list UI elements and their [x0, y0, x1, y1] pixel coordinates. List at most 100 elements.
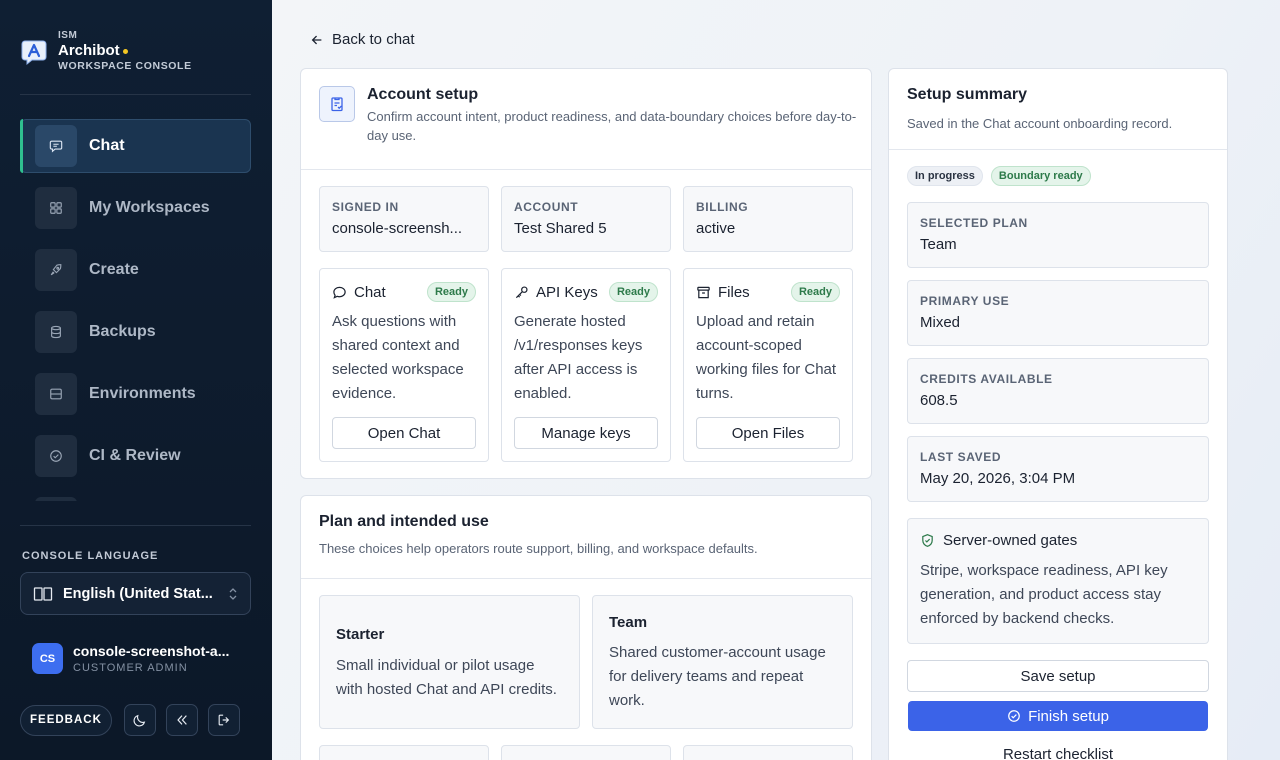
nav-item-backups[interactable]: Backups — [20, 305, 251, 359]
check-circle-icon — [1008, 710, 1020, 722]
plan-name: Starter — [336, 626, 385, 643]
open-files-button[interactable]: Open Files — [696, 417, 840, 449]
user-role: CUSTOMER ADMIN — [73, 662, 188, 674]
archive-icon — [697, 286, 710, 298]
open-chat-button[interactable]: Open Chat — [332, 417, 476, 449]
nav-label: Backups — [89, 323, 156, 340]
save-setup-button[interactable]: Save setup — [907, 660, 1209, 692]
back-to-chat-link[interactable]: Back to chat — [310, 31, 415, 48]
user-profile[interactable]: CS console-screenshot-a... CUSTOMER ADMI… — [32, 643, 238, 674]
summary-credits: CREDITS AVAILABLE 608.5 — [907, 358, 1209, 424]
archibot-logo-icon — [21, 40, 47, 65]
summary-label: CREDITS AVAILABLE — [920, 372, 1053, 386]
use-option[interactable] — [319, 745, 489, 760]
language-select[interactable]: English (United Stat... — [20, 572, 251, 615]
finish-setup-label: Finish setup — [1028, 707, 1109, 725]
user-name: console-screenshot-a... — [73, 643, 230, 659]
fact-signed-in: SIGNED IN console-screensh... — [319, 186, 489, 252]
rocket-icon — [35, 249, 77, 291]
fact-label: BILLING — [696, 200, 749, 214]
feedback-button[interactable]: FEEDBACK — [20, 704, 112, 736]
nav-label: Chat — [89, 137, 125, 154]
plan-title: Plan and intended use — [319, 513, 489, 530]
chevrons-left-icon — [177, 715, 187, 725]
main-content: Back to chat Account setup Confirm accou… — [272, 0, 1280, 760]
nav-item-overflow[interactable] — [20, 491, 251, 501]
account-setup-title: Account setup — [367, 86, 479, 103]
status-badge: In progress — [907, 166, 983, 186]
server-gates-panel: Server-owned gates Stripe, workspace rea… — [907, 518, 1209, 644]
plan-option-team[interactable]: Team Shared customer-account usage for d… — [592, 595, 853, 729]
primary-nav: Chat My Workspaces Create Backups Enviro… — [20, 119, 251, 501]
status-dot — [122, 48, 128, 54]
collapse-sidebar-button[interactable] — [165, 704, 198, 736]
sidebar-actions: FEEDBACK — [20, 704, 250, 736]
nav-label: CI & Review — [89, 447, 181, 464]
moon-icon — [133, 714, 146, 727]
plan-subtitle: These choices help operators route suppo… — [319, 541, 758, 556]
restart-checklist-button[interactable]: Restart checklist — [907, 746, 1209, 760]
manage-keys-button[interactable]: Manage keys — [514, 417, 658, 449]
nav-item-chat[interactable]: Chat — [20, 119, 251, 173]
product-name: API Keys — [536, 283, 598, 301]
product-card-chat: Chat Ready Ask questions with shared con… — [319, 268, 489, 462]
back-label: Back to chat — [332, 31, 415, 48]
summary-label: SELECTED PLAN — [920, 216, 1028, 230]
fact-billing: BILLING active — [683, 186, 853, 252]
nav-label: Create — [89, 261, 139, 278]
sign-out-button[interactable] — [207, 704, 240, 736]
chat-icon — [35, 125, 77, 167]
language-title: CONSOLE LANGUAGE — [22, 550, 159, 562]
brand-name: Archibot — [58, 42, 120, 59]
nav-label: Environments — [89, 385, 196, 402]
summary-value: Mixed — [920, 314, 961, 331]
plan-card: Plan and intended use These choices help… — [300, 495, 872, 760]
book-open-icon — [33, 586, 53, 601]
more-icon — [35, 497, 77, 501]
check-circle-icon — [35, 435, 77, 477]
account-setup-header: Account setup Confirm account intent, pr… — [301, 69, 871, 170]
summary-value: May 20, 2026, 3:04 PM — [920, 470, 1076, 487]
summary-label: LAST SAVED — [920, 450, 1002, 464]
use-option[interactable] — [501, 745, 671, 760]
summary-primary-use: PRIMARY USE Mixed — [907, 280, 1209, 346]
divider — [20, 94, 251, 95]
plan-option-starter[interactable]: Starter Small individual or pilot usage … — [319, 595, 580, 729]
summary-label: PRIMARY USE — [920, 294, 1010, 308]
theme-toggle-button[interactable] — [123, 704, 156, 736]
product-description: Upload and retain account-scoped working… — [696, 313, 837, 402]
arrow-left-icon — [311, 35, 322, 44]
nav-item-environments[interactable]: Environments — [20, 367, 251, 421]
nav-item-create[interactable]: Create — [20, 243, 251, 297]
plan-description: Small individual or pilot usage with hos… — [336, 657, 557, 698]
summary-value: 608.5 — [920, 392, 958, 409]
summary-badges: In progress Boundary ready — [907, 166, 1091, 186]
account-setup-subtitle: Confirm account intent, product readines… — [367, 109, 857, 143]
product-name: Files — [718, 283, 750, 301]
account-setup-card: Account setup Confirm account intent, pr… — [300, 68, 872, 479]
shield-check-icon — [922, 534, 933, 547]
nav-item-my-workspaces[interactable]: My Workspaces — [20, 181, 251, 235]
use-option[interactable] — [683, 745, 853, 760]
chevron-up-down-icon — [229, 587, 237, 600]
gates-title: Server-owned gates — [943, 532, 1078, 549]
summary-subtitle: Saved in the Chat account onboarding rec… — [907, 116, 1173, 131]
language-value: English (United Stat... — [63, 585, 213, 602]
nav-item-ci-review[interactable]: CI & Review — [20, 429, 251, 483]
brand-org: ISM — [58, 30, 78, 41]
finish-setup-button[interactable]: Finish setup — [908, 701, 1208, 731]
brand[interactable]: ISM Archibot WORKSPACE CONSOLE — [20, 30, 192, 73]
summary-value: Team — [920, 236, 957, 253]
log-out-icon — [218, 714, 230, 726]
gates-description: Stripe, workspace readiness, API key gen… — [920, 562, 1168, 627]
server-icon — [35, 373, 77, 415]
product-card-api-keys: API Keys Ready Generate hosted /v1/respo… — [501, 268, 671, 462]
brand-subtitle: WORKSPACE CONSOLE — [58, 60, 192, 72]
fact-label: ACCOUNT — [514, 200, 579, 214]
plan-header: Plan and intended use These choices help… — [301, 496, 871, 579]
product-description: Generate hosted /v1/responses keys after… — [514, 313, 643, 402]
avatar: CS — [32, 643, 63, 674]
product-card-files: Files Ready Upload and retain account-sc… — [683, 268, 853, 462]
setup-summary-card: Setup summary Saved in the Chat account … — [888, 68, 1228, 760]
product-name: Chat — [354, 283, 386, 301]
